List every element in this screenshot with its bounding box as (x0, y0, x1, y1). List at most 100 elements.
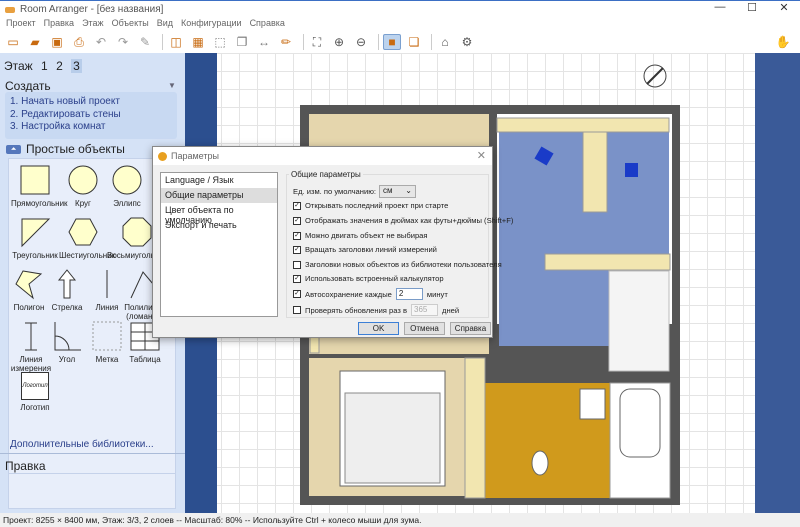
floor-2[interactable]: 2 (56, 59, 63, 73)
option-rotate-dimension-titles[interactable]: ✓ Вращать заголовки линий измерений (293, 245, 437, 254)
settings-icon[interactable]: ⚙ (458, 34, 476, 50)
dialog-close-button[interactable]: ✕ (477, 149, 486, 162)
create-edit-walls[interactable]: 2. Редактировать стены (10, 109, 172, 122)
checkbox[interactable]: ✓ (293, 216, 301, 225)
maximize-button[interactable]: ☐ (736, 1, 768, 14)
object-label: Шестиугольник (59, 251, 116, 260)
object-label: Логотип (20, 403, 50, 412)
texture-icon[interactable]: ▦ (189, 34, 207, 50)
checkbox[interactable]: ✓ (293, 231, 301, 240)
floor-selector: Этаж 1 2 3 (4, 59, 82, 73)
hall-closet (608, 270, 670, 372)
undo-icon[interactable]: ↶ (92, 34, 110, 50)
unit-select[interactable]: см ⌄ (379, 185, 416, 198)
category-default-color[interactable]: Цвет объекта по умолчанию (161, 203, 277, 225)
option-open-last[interactable]: ✓ Открывать последний проект при старте (293, 201, 448, 210)
option-move-without-select[interactable]: ✓ Можно двигать объект не выбирая (293, 231, 428, 240)
object-ellipse[interactable]: Эллипс (103, 161, 151, 208)
redo-icon[interactable]: ↷ (114, 34, 132, 50)
option-label: Отображать значения в дюймах как футы+дю… (305, 216, 514, 225)
option-check-updates[interactable]: Проверять обновления раз в 365 дней (293, 304, 459, 316)
status-bar: Проект: 8255 × 8400 мм, Этаж: 3/3, 2 сло… (0, 513, 800, 527)
menu-objects[interactable]: Объекты (112, 18, 149, 31)
close-button[interactable]: ✕ (768, 1, 800, 14)
option-label: Проверять обновления раз в (305, 305, 408, 315)
settings-dialog: Параметры ✕ Language / Язык Общие параме… (152, 146, 513, 338)
object-hexagon[interactable]: Шестиугольник (59, 213, 116, 260)
category-language[interactable]: Language / Язык (161, 173, 277, 188)
library-icon[interactable]: ⏶ (6, 145, 21, 154)
zoom-out-icon[interactable]: ⊖ (352, 34, 370, 50)
updates-input[interactable]: 365 (411, 304, 439, 316)
option-feet-inches[interactable]: ✓ Отображать значения в дюймах как футы+д… (293, 216, 513, 225)
create-title[interactable]: Создать (5, 79, 51, 93)
edit-title: Правка (5, 459, 46, 473)
open-folder-icon[interactable]: ▰ (26, 34, 44, 50)
chair (625, 163, 638, 177)
hand-icon[interactable]: ✋ (774, 34, 792, 50)
checkbox[interactable]: ✓ (293, 201, 301, 210)
object-label: Эллипс (113, 199, 141, 208)
pencil-icon[interactable]: ✏ (277, 34, 295, 50)
menu-floor[interactable]: Этаж (82, 18, 104, 31)
checkbox[interactable]: ✓ (293, 290, 301, 298)
autosave-input[interactable]: 2 (395, 288, 423, 300)
zoom-fit-icon[interactable]: ⛶ (308, 34, 326, 50)
object-triangle[interactable]: Треугольник (11, 213, 59, 260)
menu-config[interactable]: Конфигурации (181, 18, 242, 31)
menu-project[interactable]: Проект (6, 18, 36, 31)
toolbar: ▭ ▰ ▣ ⎙ ↶ ↷ ✎ ◫ ▦ ⬚ ❐ ↔ ✏ ⛶ ⊕ ⊖ ■ ❏ ⌂ ⚙ … (0, 31, 800, 53)
category-export-print[interactable]: Экспорт и печать (161, 218, 277, 233)
triangle-icon (21, 218, 51, 248)
option-label: Использовать встроенный калькулятор (305, 274, 444, 283)
collapse-icon[interactable]: ▼ (168, 81, 176, 90)
shelves (496, 117, 670, 133)
help-button[interactable]: Справка (450, 322, 491, 335)
option-label: Заголовки новых объектов из библиотеки п… (305, 260, 502, 269)
option-user-library-titles[interactable]: Заголовки новых объектов из библиотеки п… (293, 260, 502, 269)
angle-icon (54, 322, 81, 351)
category-general[interactable]: Общие параметры (161, 188, 277, 203)
object-circle[interactable]: Круг (59, 161, 107, 208)
menu-help[interactable]: Справка (250, 18, 285, 31)
3d-house-icon[interactable]: ⌂ (436, 34, 454, 50)
new-icon[interactable]: ▭ (4, 34, 22, 50)
dialog-title-bar: Параметры (153, 147, 492, 165)
option-autosave[interactable]: ✓ Автосохранение каждые 2 минут (293, 288, 448, 300)
unit-label: Ед. изм. по умолчанию: (293, 187, 376, 196)
unit-value: см (383, 186, 393, 195)
print-icon[interactable]: ⎙ (70, 34, 88, 50)
checkbox[interactable] (293, 306, 301, 314)
updates-unit: дней (442, 305, 460, 315)
measure-icon[interactable]: ↔ (255, 34, 273, 50)
object-rectangle[interactable]: Прямоугольник (11, 161, 68, 208)
checkbox[interactable]: ✓ (293, 245, 301, 254)
floor-1[interactable]: 1 (41, 59, 48, 73)
menu-edit[interactable]: Правка (44, 18, 74, 31)
create-new-project[interactable]: 1. Начать новый проект (10, 96, 172, 109)
ok-button[interactable]: OK (358, 322, 399, 335)
group-icon[interactable]: ❐ (233, 34, 251, 50)
checkbox[interactable] (293, 260, 301, 269)
rectangle-icon (20, 165, 50, 195)
checkbox[interactable]: ✓ (293, 274, 301, 283)
layers-icon[interactable]: ❏ (405, 34, 423, 50)
minimize-button[interactable]: — (704, 1, 736, 14)
option-label: Автосохранение каждые (305, 289, 392, 299)
option-calculator[interactable]: ✓ Использовать встроенный калькулятор (293, 274, 444, 283)
view-2d-icon[interactable]: ■ (383, 34, 401, 50)
room-icon[interactable]: ◫ (167, 34, 185, 50)
floor-3[interactable]: 3 (71, 59, 82, 73)
object-logo[interactable]: Логотип Логотип (11, 369, 59, 412)
brush-icon[interactable]: ✎ (136, 34, 154, 50)
save-icon[interactable]: ▣ (48, 34, 66, 50)
cancel-button[interactable]: Отмена (404, 322, 445, 335)
more-libraries-link[interactable]: Дополнительные библиотеки... (10, 439, 154, 450)
settings-icon (158, 151, 167, 161)
create-room-setup[interactable]: 3. Настройка комнат (10, 121, 172, 134)
select-icon[interactable]: ⬚ (211, 34, 229, 50)
zoom-in-icon[interactable]: ⊕ (330, 34, 348, 50)
menu-view[interactable]: Вид (157, 18, 173, 31)
simple-objects-title: Простые объекты (26, 142, 125, 156)
category-list: Language / Язык Общие параметры Цвет объ… (160, 172, 278, 317)
